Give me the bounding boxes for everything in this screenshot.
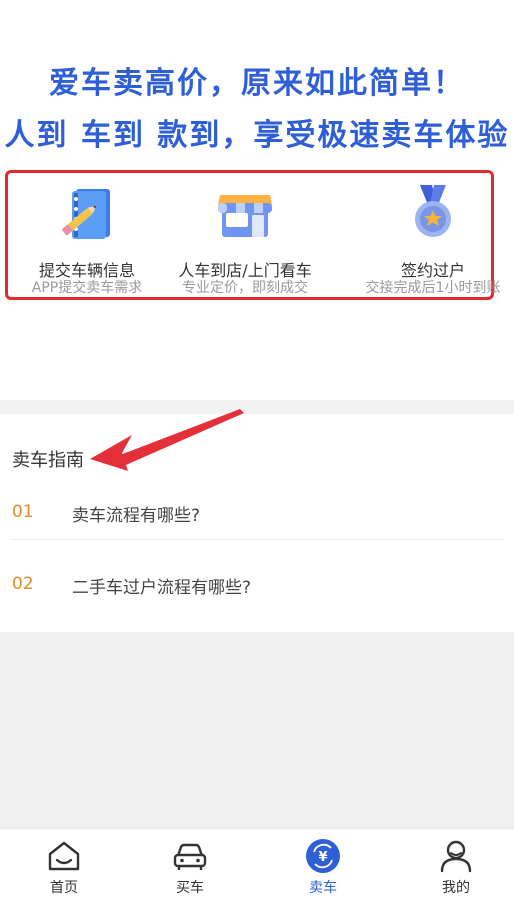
step-subtitle: 专业定价，即刻成交	[182, 280, 308, 296]
tab-label: 买车	[176, 880, 204, 896]
guide-item-question: 二手车过户流程有哪些?	[72, 578, 252, 598]
sell-guide-section: 卖车指南 01 卖车流程有哪些? 02 二手车过户流程有哪些?	[0, 414, 514, 632]
tab-label: 我的	[442, 880, 470, 896]
bottom-tab-bar: 首页 买车 ¥ 卖车 我的	[0, 828, 514, 897]
user-icon	[438, 838, 474, 874]
car-icon	[172, 838, 208, 874]
section-separator	[0, 400, 514, 414]
guide-item[interactable]: 02 二手车过户流程有哪些?	[0, 556, 514, 616]
guide-item-number: 01	[12, 502, 34, 522]
step-subtitle: 交接完成后1小时到账	[365, 280, 501, 296]
tab-label: 卖车	[309, 880, 337, 896]
guide-title: 卖车指南	[12, 450, 84, 471]
sell-steps-panel: 提交车辆信息 APP提交卖车需求 人车到店/上门看车 专业定价，即刻成交 签约过…	[5, 170, 500, 300]
guide-item[interactable]: 01 卖车流程有哪些?	[0, 484, 514, 544]
hero-banner: 爱车卖高价，原来如此简单！ 人到 车到 款到，享受极速卖车体验 提交车辆信息 A…	[0, 0, 514, 400]
tab-mine[interactable]: 我的	[392, 829, 514, 897]
tab-sell-car[interactable]: ¥ 卖车	[259, 829, 387, 897]
empty-area	[0, 632, 514, 828]
guide-item-question: 卖车流程有哪些?	[72, 506, 201, 526]
medal-icon	[400, 181, 466, 251]
notebook-pencil-icon	[54, 181, 120, 251]
tab-buy-car[interactable]: 买车	[126, 829, 254, 897]
yen-coin-icon: ¥	[305, 838, 341, 874]
storefront-icon	[212, 181, 278, 251]
tab-home[interactable]: 首页	[0, 829, 128, 897]
step-subtitle: APP提交卖车需求	[31, 280, 143, 296]
hero-subheadline: 人到 车到 款到，享受极速卖车体验	[4, 118, 510, 153]
tab-label: 首页	[50, 880, 78, 896]
home-icon	[46, 838, 82, 874]
svg-text:¥: ¥	[318, 850, 327, 865]
divider	[12, 539, 504, 540]
guide-item-number: 02	[12, 574, 34, 594]
hero-headline: 爱车卖高价，原来如此简单！	[49, 66, 465, 101]
